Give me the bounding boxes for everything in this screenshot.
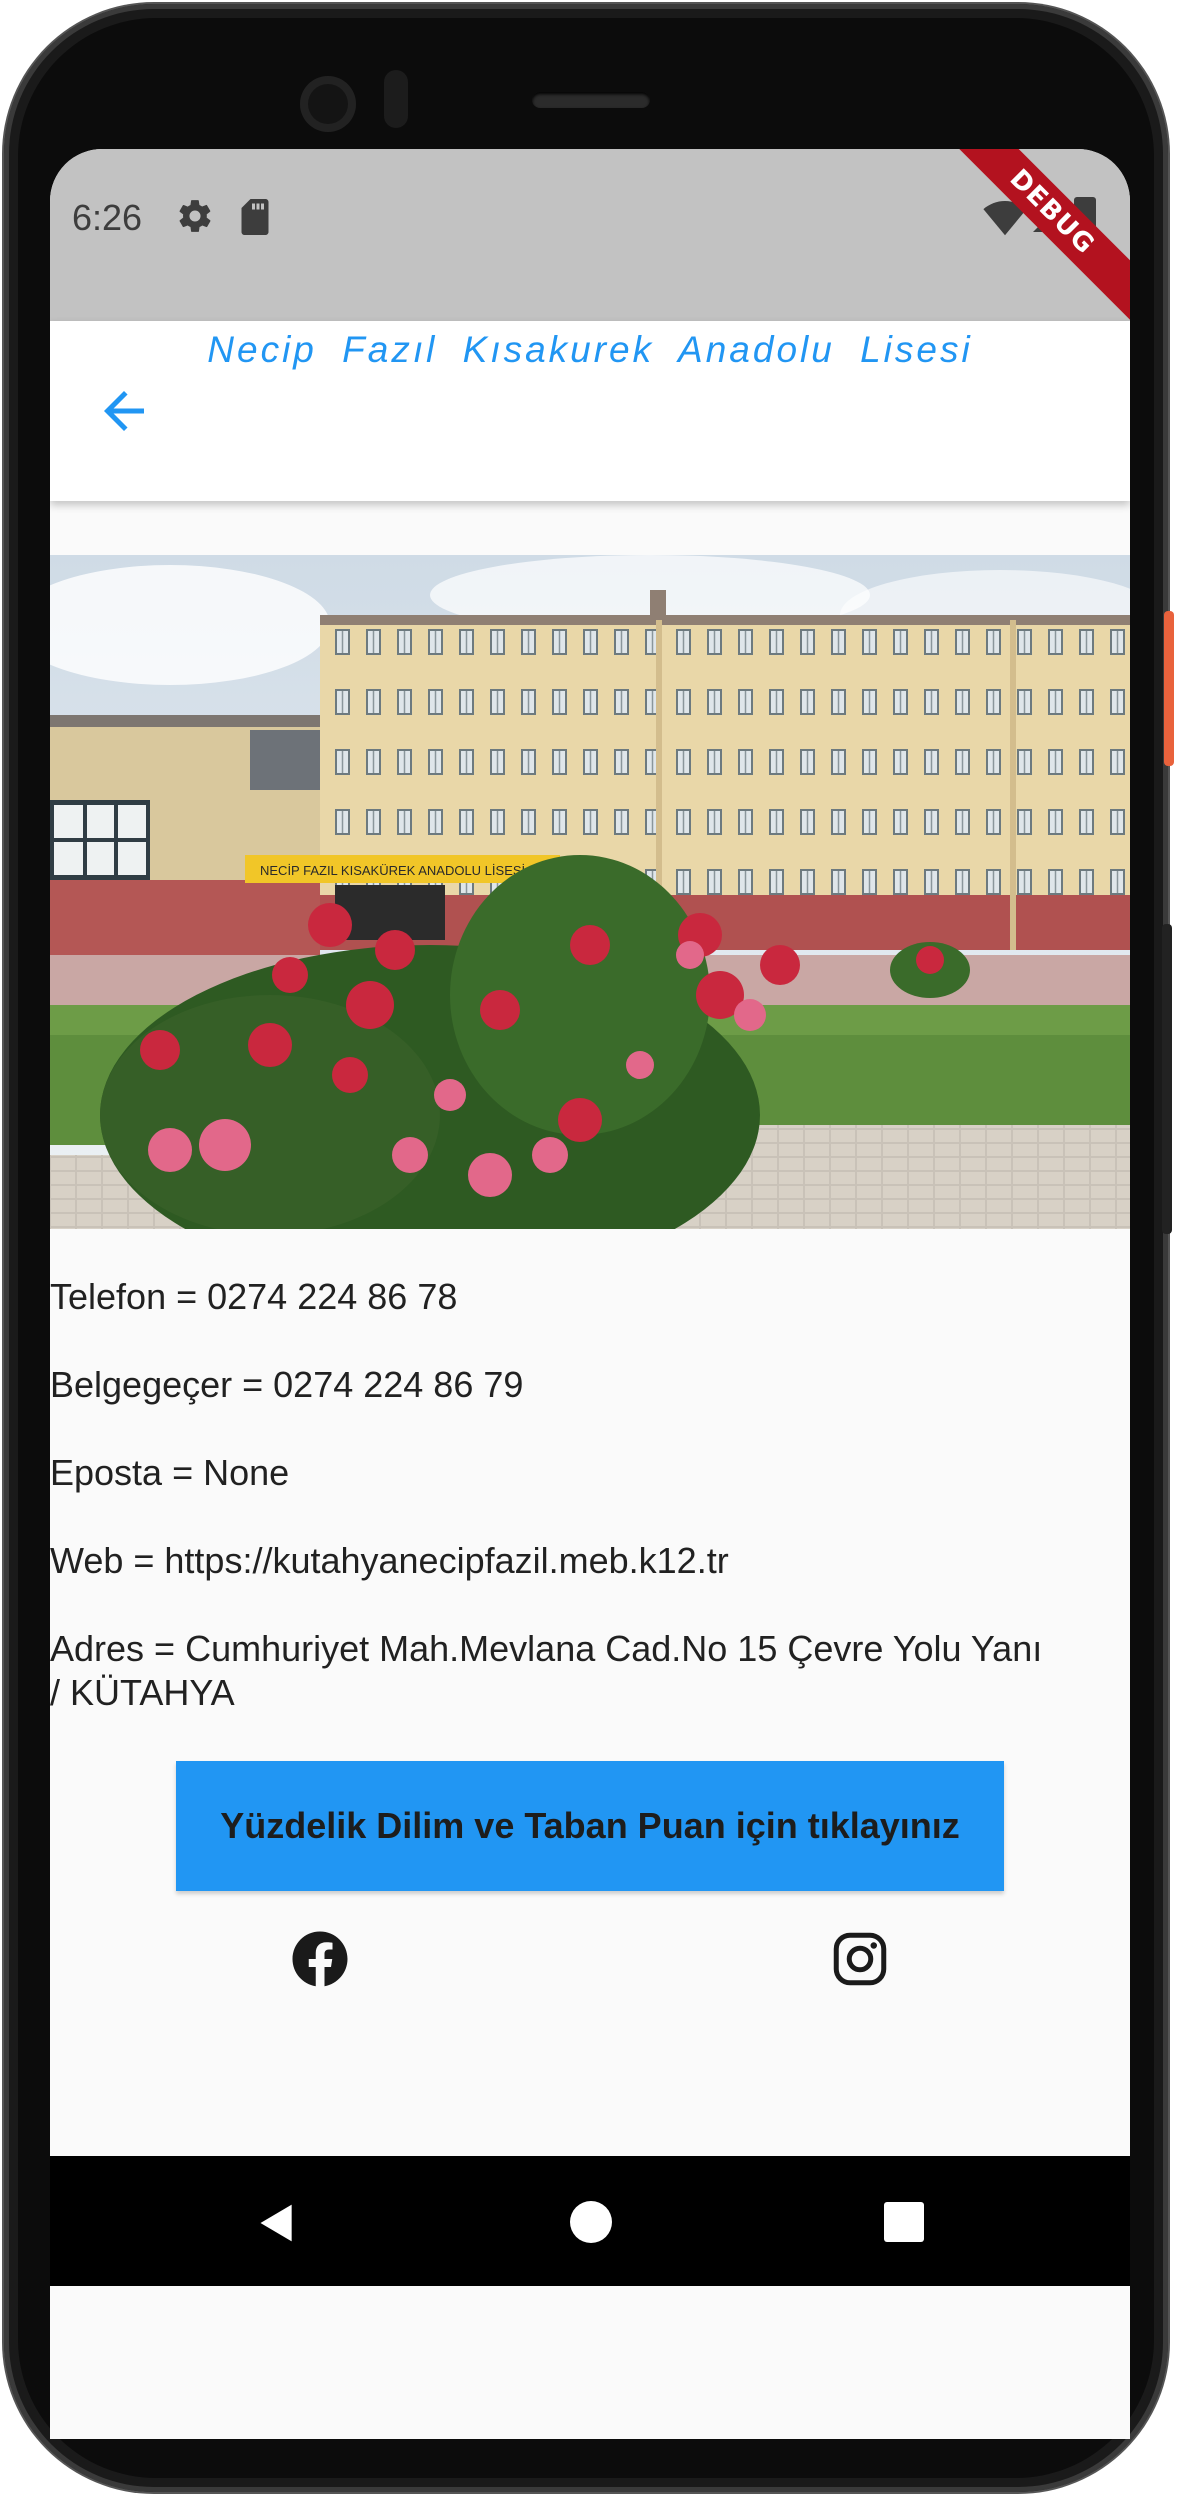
volume-button — [1162, 924, 1172, 1234]
front-camera — [300, 76, 356, 132]
info-fax: Belgegeçer = 0274 224 86 79 — [50, 1364, 524, 1405]
app-bar: Necip Fazıl Kısakurek Anadolu Lisesi — [50, 321, 1130, 501]
sd-card-icon — [241, 199, 269, 235]
page-title: Necip Fazıl Kısakurek Anadolu Lisesi — [207, 329, 973, 370]
nav-back-icon[interactable] — [255, 2201, 299, 2245]
facebook-icon[interactable] — [290, 1929, 350, 1989]
phone-frame: 6:26 DEBUG Necip Fazıl Kısakurek Anadolu… — [4, 4, 1174, 2492]
school-sign-text: NECİP FAZIL KISAKÜREK ANADOLU LİSESİ — [260, 863, 525, 878]
debug-banner: DEBUG — [938, 149, 1130, 326]
status-time: 6:26 — [72, 197, 143, 238]
screen: 6:26 DEBUG Necip Fazıl Kısakurek Anadolu… — [50, 149, 1130, 2439]
info-address: Adres = Cumhuriyet Mah.Mevlana Cad.No 15… — [50, 1628, 1043, 1713]
info-web: Web = https://kutahyanecipfazil.meb.k12.… — [50, 1540, 729, 1581]
nav-recents-icon[interactable] — [884, 2202, 924, 2242]
instagram-icon[interactable] — [830, 1929, 890, 1989]
percentile-score-button[interactable]: Yüzdelik Dilim ve Taban Puan için tıklay… — [176, 1761, 1004, 1891]
school-photo: NECİP FAZIL KISAKÜREK ANADOLU LİSESİ — [50, 555, 1130, 1229]
status-bar: 6:26 DEBUG — [50, 149, 1130, 326]
info-email: Eposta = None — [50, 1452, 290, 1493]
settings-gear-icon — [179, 200, 211, 232]
arrow-back-icon[interactable] — [94, 381, 154, 441]
nav-home-icon[interactable] — [570, 2201, 612, 2243]
system-nav-bar — [50, 2156, 1130, 2286]
info-phone: Telefon = 0274 224 86 78 — [50, 1276, 458, 1317]
power-button — [1164, 611, 1174, 766]
proximity-sensor — [384, 70, 408, 128]
earpiece-speaker — [532, 92, 650, 108]
